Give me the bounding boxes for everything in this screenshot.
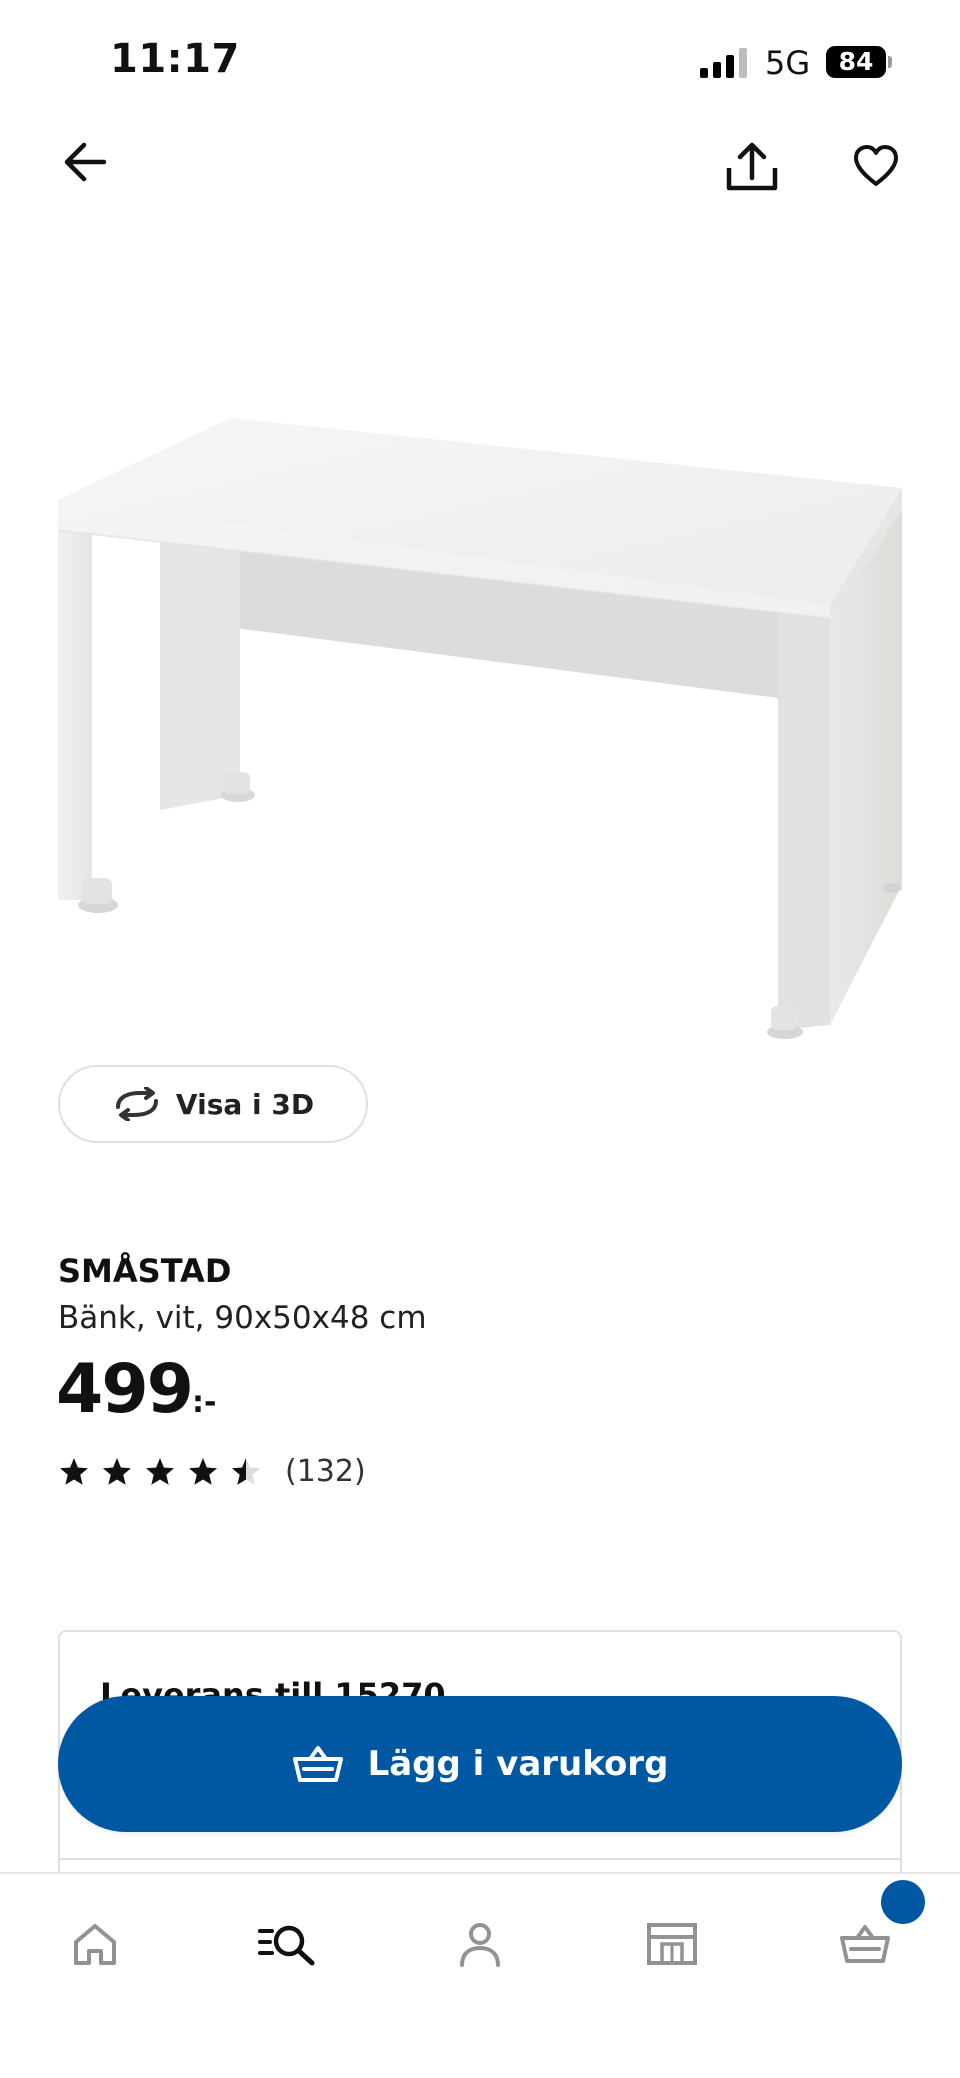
status-bar: 11:17 5G 84 [0, 0, 960, 120]
basket-icon [840, 1925, 890, 1963]
add-to-cart-label: Lägg i varukorg [367, 1744, 669, 1784]
price-suffix: :- [191, 1385, 217, 1420]
card-divider [60, 1858, 900, 1860]
star-icon [146, 1457, 174, 1485]
product-description: Bänk, vit, 90x50x48 cm [58, 1300, 427, 1336]
person-icon [460, 1923, 500, 1967]
heart-icon[interactable] [852, 144, 900, 188]
view-3d-button[interactable]: Visa i 3D [58, 1065, 368, 1143]
basket-icon [292, 1746, 343, 1782]
price-value: 499 [56, 1350, 194, 1429]
rotate-3d-icon [115, 1087, 158, 1121]
tab-stores[interactable] [632, 1904, 712, 1984]
star-icon [189, 1457, 217, 1485]
tab-profile[interactable] [440, 1904, 520, 1984]
signal-icon [700, 48, 747, 78]
cart-badge [881, 1880, 925, 1924]
store-icon [647, 1923, 697, 1965]
status-time: 11:17 [110, 36, 240, 82]
rating-row[interactable]: (132) [58, 1454, 366, 1489]
product-price: 499:- [56, 1350, 216, 1429]
battery-level: 84 [826, 46, 886, 78]
product-image [57, 418, 902, 1039]
tab-search[interactable] [247, 1904, 327, 1984]
half-star-icon [232, 1457, 260, 1485]
tab-home[interactable] [55, 1904, 135, 1984]
search-icon [258, 1925, 315, 1966]
star-icon [60, 1457, 88, 1485]
bottom-nav [0, 1872, 960, 2078]
share-icon[interactable] [724, 140, 780, 194]
add-to-cart-button[interactable]: Lägg i varukorg [58, 1696, 902, 1832]
view-3d-label: Visa i 3D [175, 1087, 315, 1121]
network-label: 5G [765, 44, 811, 82]
star-icon [103, 1457, 131, 1485]
product-name: SMÅSTAD [58, 1252, 232, 1290]
battery-icon: 84 [826, 46, 892, 78]
arrow-left-icon[interactable] [62, 140, 108, 184]
battery-tip [888, 56, 892, 68]
review-count: (132) [285, 1454, 366, 1489]
home-icon [74, 1924, 116, 1965]
